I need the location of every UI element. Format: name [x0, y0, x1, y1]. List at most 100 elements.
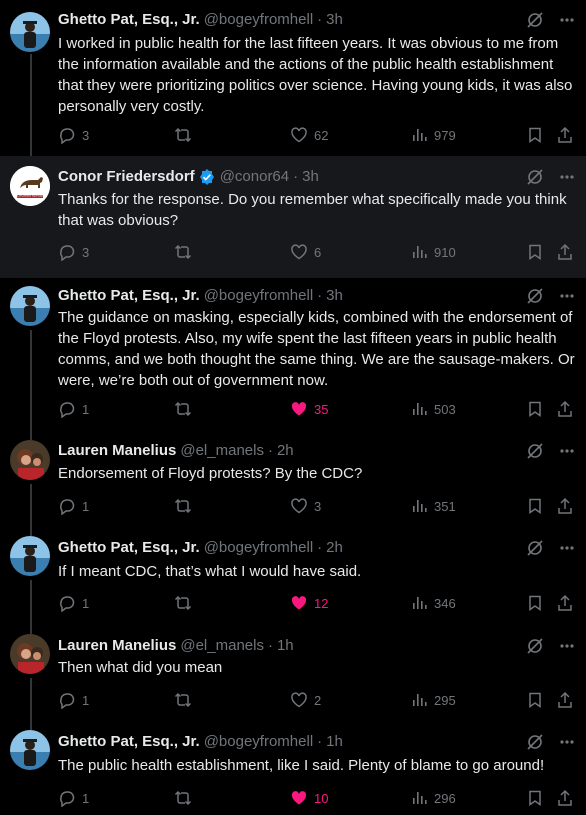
tweet[interactable]: Ghetto Pat, Esq., Jr. @bogeyfromhell · 2… [0, 528, 586, 626]
display-name[interactable]: Ghetto Pat, Esq., Jr. [58, 286, 200, 306]
views-button[interactable]: 295 [410, 691, 456, 709]
avatar[interactable] [10, 440, 50, 480]
repost-button[interactable] [174, 789, 198, 807]
bookmark-button[interactable] [526, 594, 544, 612]
handle[interactable]: @bogeyfromhell [204, 538, 313, 558]
bookmark-button[interactable] [526, 497, 544, 515]
views-button[interactable]: 503 [410, 400, 456, 418]
grok-icon[interactable] [526, 11, 544, 29]
views-button[interactable]: 346 [410, 594, 456, 612]
handle[interactable]: @bogeyfromhell [204, 286, 313, 306]
views-button[interactable]: 910 [410, 243, 456, 261]
reply-button[interactable]: 3 [58, 126, 89, 144]
bookmark-button[interactable] [526, 691, 544, 709]
reply-button[interactable]: 1 [58, 594, 89, 612]
like-button[interactable]: 35 [290, 400, 328, 418]
views-button[interactable]: 296 [410, 789, 456, 807]
repost-button[interactable] [174, 497, 198, 515]
bookmark-button[interactable] [526, 243, 544, 261]
handle[interactable]: @el_manels [180, 441, 264, 461]
grok-icon[interactable] [526, 539, 544, 557]
like-button[interactable]: 12 [290, 594, 328, 612]
views-button[interactable]: 979 [410, 126, 456, 144]
views-icon [410, 400, 428, 418]
tweet[interactable]: Lauren Manelius @el_manels · 2h Endorsem… [0, 432, 586, 528]
tweet[interactable]: CALIFORNIA REPUBLIC Conor Friedersdorf @… [0, 156, 586, 278]
like-button[interactable]: 2 [290, 691, 321, 709]
heart-icon [290, 789, 308, 807]
more-icon[interactable] [558, 168, 576, 186]
repost-button[interactable] [174, 594, 198, 612]
tweet[interactable]: Ghetto Pat, Esq., Jr. @bogeyfromhell · 3… [0, 278, 586, 432]
handle[interactable]: @conor64 [220, 167, 289, 187]
reply-button[interactable]: 3 [58, 243, 89, 261]
reply-button[interactable]: 1 [58, 691, 89, 709]
share-button[interactable] [556, 126, 574, 144]
bookmark-button[interactable] [526, 400, 544, 418]
share-button[interactable] [556, 691, 574, 709]
avatar[interactable]: CALIFORNIA REPUBLIC [10, 166, 50, 206]
display-name[interactable]: Ghetto Pat, Esq., Jr. [58, 538, 200, 558]
reply-button[interactable]: 1 [58, 497, 89, 515]
timestamp[interactable]: 3h [326, 286, 343, 306]
display-name[interactable]: Lauren Manelius [58, 636, 176, 656]
repost-button[interactable] [174, 243, 198, 261]
handle[interactable]: @bogeyfromhell [204, 10, 313, 30]
timestamp[interactable]: 3h [326, 10, 343, 30]
handle[interactable]: @bogeyfromhell [204, 732, 313, 752]
timestamp[interactable]: 1h [326, 732, 343, 752]
repost-button[interactable] [174, 126, 198, 144]
display-name[interactable]: Ghetto Pat, Esq., Jr. [58, 732, 200, 752]
thread-line [30, 54, 32, 156]
more-icon[interactable] [558, 637, 576, 655]
share-button[interactable] [556, 789, 574, 807]
like-button[interactable]: 6 [290, 243, 321, 261]
timestamp[interactable]: 3h [302, 167, 319, 187]
grok-icon[interactable] [526, 637, 544, 655]
avatar[interactable] [10, 536, 50, 576]
grok-icon[interactable] [526, 442, 544, 460]
views-icon [410, 691, 428, 709]
share-button[interactable] [556, 400, 574, 418]
reply-button[interactable]: 1 [58, 400, 89, 418]
grok-icon[interactable] [526, 733, 544, 751]
timestamp[interactable]: 1h [277, 636, 294, 656]
share-button[interactable] [556, 594, 574, 612]
share-button[interactable] [556, 497, 574, 515]
timestamp[interactable]: 2h [326, 538, 343, 558]
tweet[interactable]: Ghetto Pat, Esq., Jr. @bogeyfromhell · 3… [0, 0, 586, 156]
repost-button[interactable] [174, 400, 198, 418]
more-icon[interactable] [558, 733, 576, 751]
display-name[interactable]: Lauren Manelius [58, 441, 176, 461]
like-button[interactable]: 3 [290, 497, 321, 515]
grok-icon[interactable] [526, 287, 544, 305]
avatar[interactable] [10, 730, 50, 770]
tweet-text: Then what did you mean [58, 659, 223, 676]
action-bar: 1 2 295 [58, 690, 578, 710]
avatar[interactable] [10, 12, 50, 52]
more-icon[interactable] [558, 287, 576, 305]
views-button[interactable]: 351 [410, 497, 456, 515]
avatar[interactable] [10, 286, 50, 326]
tweet[interactable]: Ghetto Pat, Esq., Jr. @bogeyfromhell · 1… [0, 722, 586, 815]
timestamp[interactable]: 2h [277, 441, 294, 461]
display-name[interactable]: Ghetto Pat, Esq., Jr. [58, 10, 200, 30]
tweet-text: If I meant CDC, that’s what I would have… [58, 563, 362, 580]
bookmark-button[interactable] [526, 789, 544, 807]
grok-icon[interactable] [526, 168, 544, 186]
handle[interactable]: @el_manels [180, 636, 264, 656]
like-button[interactable]: 10 [290, 789, 328, 807]
bookmark-button[interactable] [526, 126, 544, 144]
tweet[interactable]: Lauren Manelius @el_manels · 1h Then wha… [0, 626, 586, 722]
avatar[interactable] [10, 634, 50, 674]
more-icon[interactable] [558, 442, 576, 460]
more-icon[interactable] [558, 11, 576, 29]
tweet-header: Ghetto Pat, Esq., Jr. @bogeyfromhell · 2… [58, 538, 526, 558]
more-icon[interactable] [558, 539, 576, 557]
like-button[interactable]: 62 [290, 126, 328, 144]
reply-button[interactable]: 1 [58, 789, 89, 807]
share-button[interactable] [556, 243, 574, 261]
action-bar: 3 62 979 [58, 125, 578, 145]
repost-button[interactable] [174, 691, 198, 709]
display-name[interactable]: Conor Friedersdorf [58, 167, 195, 187]
